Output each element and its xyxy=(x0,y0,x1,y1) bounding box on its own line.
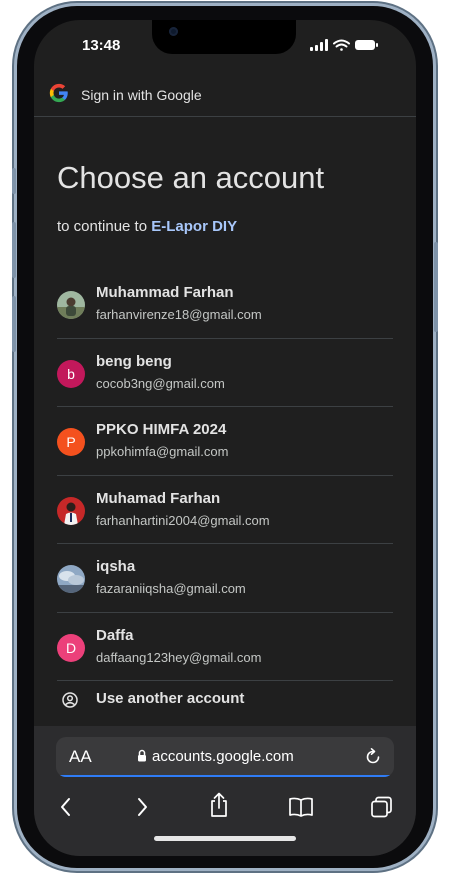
volume-up-button xyxy=(12,222,16,278)
avatar: P xyxy=(57,428,85,456)
account-item[interactable]: D Daffa daffaang123hey@gmail.com xyxy=(57,613,393,681)
page-load-progress xyxy=(56,775,394,777)
avatar xyxy=(57,291,85,319)
side-button xyxy=(434,242,438,332)
home-indicator xyxy=(154,836,296,841)
avatar xyxy=(57,496,85,525)
url-text: accounts.google.com xyxy=(152,748,294,765)
google-bar-title: Sign in with Google xyxy=(81,87,202,103)
account-email: fazaraniiqsha@gmail.com xyxy=(96,581,246,596)
use-another-account-label: Use another account xyxy=(96,690,245,707)
avatar xyxy=(57,565,85,593)
account-name: Muhammad Farhan xyxy=(96,284,234,301)
forward-icon[interactable] xyxy=(134,796,150,818)
mute-switch xyxy=(12,168,16,194)
google-sign-in-header: Sign in with Google xyxy=(34,66,416,117)
page-title: Choose an account xyxy=(57,160,325,195)
account-item[interactable]: P PPKO HIMFA 2024 ppkohimfa@gmail.com xyxy=(57,407,393,476)
account-item[interactable]: b beng beng cocob3ng@gmail.com xyxy=(57,339,393,407)
account-circle-icon xyxy=(62,692,78,708)
avatar: D xyxy=(57,633,85,662)
profile-photo-icon xyxy=(57,291,85,319)
account-email: cocob3ng@gmail.com xyxy=(96,375,225,391)
profile-photo-icon xyxy=(57,565,85,593)
tabs-icon[interactable] xyxy=(370,796,394,818)
battery-icon xyxy=(355,40,378,50)
safari-toolbar: AA accounts.google.com xyxy=(34,726,416,856)
status-icons xyxy=(310,39,378,51)
account-name: beng beng xyxy=(96,352,172,370)
account-item[interactable]: iqsha fazaraniiqsha@gmail.com xyxy=(57,544,393,613)
account-item[interactable]: Muhamad Farhan farhanhartini2004@gmail.c… xyxy=(57,476,393,544)
url-text-container: accounts.google.com xyxy=(138,748,294,765)
account-name: Daffa xyxy=(96,626,134,644)
volume-down-button xyxy=(12,296,16,352)
profile-photo-icon xyxy=(57,496,85,525)
back-icon[interactable] xyxy=(58,796,74,818)
front-camera xyxy=(169,27,178,36)
share-icon[interactable] xyxy=(208,792,230,818)
lock-icon xyxy=(138,749,146,762)
signal-icon xyxy=(310,39,328,51)
account-email: ppkohimfa@gmail.com xyxy=(96,444,229,459)
reload-icon[interactable] xyxy=(363,747,383,767)
avatar: b xyxy=(57,359,85,388)
status-bar: 13:48 xyxy=(34,20,416,66)
account-name: Muhamad Farhan xyxy=(96,489,221,507)
status-time: 13:48 xyxy=(82,37,121,54)
account-name: PPKO HIMFA 2024 xyxy=(96,421,227,438)
account-email: farhanvirenze18@gmail.com xyxy=(96,307,262,322)
page-subtitle: to continue to E-Lapor DIY xyxy=(57,218,237,235)
address-bar[interactable]: AA accounts.google.com xyxy=(56,737,394,777)
account-list: Muhammad Farhan farhanvirenze18@gmail.co… xyxy=(57,270,393,681)
account-email: farhanhartini2004@gmail.com xyxy=(96,512,270,528)
account-email: daffaang123hey@gmail.com xyxy=(96,649,262,665)
dynamic-notch xyxy=(152,20,296,54)
use-another-account-button[interactable]: Use another account xyxy=(57,680,393,720)
account-name: iqsha xyxy=(96,558,136,575)
google-logo-icon xyxy=(49,83,68,103)
wifi-icon xyxy=(333,39,350,51)
bookmarks-icon[interactable] xyxy=(288,796,314,818)
text-size-button[interactable]: AA xyxy=(69,747,92,767)
account-item[interactable]: Muhammad Farhan farhanvirenze18@gmail.co… xyxy=(57,270,393,339)
subtitle-prefix: to continue to xyxy=(57,218,152,235)
phone-screen: 13:48 Sign in with Google Choose an acco… xyxy=(34,20,416,856)
app-name-link[interactable]: E-Lapor DIY xyxy=(151,218,237,235)
